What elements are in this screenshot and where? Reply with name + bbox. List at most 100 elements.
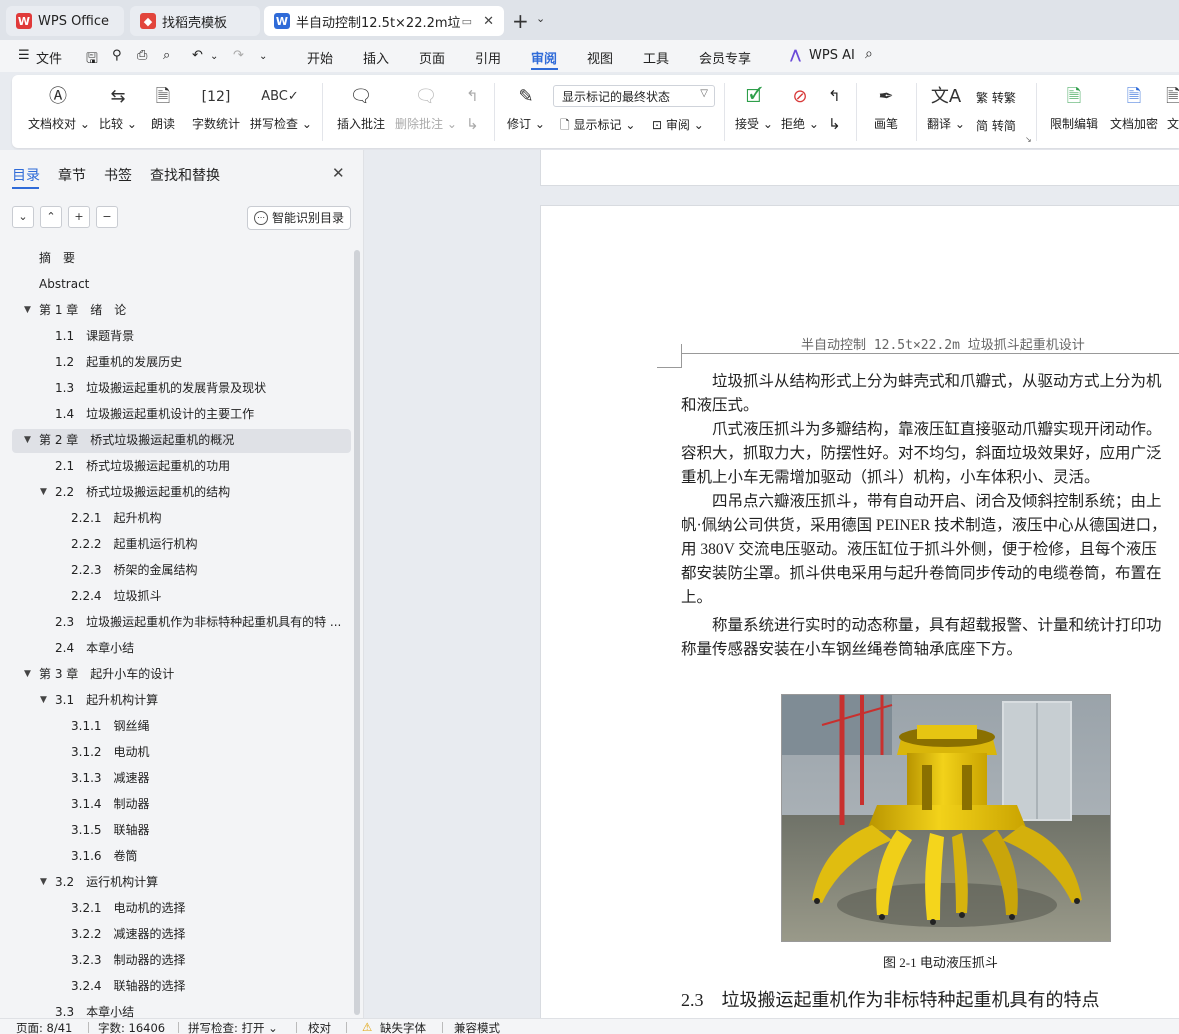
tab-find-replace[interactable]: 查找和替换 [150,165,220,185]
review-pane-button[interactable]: ⊡ 审阅 ⌄ [652,116,704,133]
to-simplified-button[interactable]: 简 转简 [976,117,1016,134]
toc-item[interactable]: ▼ 第 1 章绪 论 [0,299,340,321]
accept-button[interactable]: 🗹 接受 ⌄ [734,83,774,132]
window-mode-icon[interactable]: ▭ [462,15,472,28]
status-page[interactable]: 页面: 8/41 [16,1020,72,1034]
spell-check-button[interactable]: ABC✓ 拼写检查 ⌄ [250,83,312,132]
toc-item[interactable]: ▼ 2.2 桥式垃圾搬运起重机的结构 [0,481,340,503]
expand-toggle-icon[interactable]: ▼ [40,481,47,503]
toc-item[interactable]: 2.3 垃圾搬运起重机作为非标特种起重机具有的特 ... [0,611,341,633]
tab-toc[interactable]: 目录 [12,165,40,185]
toc-item[interactable]: 3.2.1 电动机的选择 [0,897,340,919]
expand-toggle-icon[interactable]: ▼ [24,299,31,321]
insert-comment-button[interactable]: 🗨 插入批注 [334,83,388,132]
menu-reference[interactable]: 引用 [475,48,501,67]
toc-item[interactable]: 3.1.2 电动机 [0,741,340,763]
dialog-launcher-icon[interactable]: ↘ [1025,135,1032,144]
toc-item[interactable]: 2.2.1 起升机构 [0,507,340,529]
tab-bookmarks[interactable]: 书签 [104,165,132,185]
toc-item[interactable]: ▼ 3.2 运行机构计算 [0,871,340,893]
document-canvas[interactable]: 半自动控制 12.5t×22.2m 垃圾抓斗起重机设计 垃圾抓斗从结构形式上分为… [365,150,1179,1018]
toc-item[interactable]: 2.2.2 起重机运行机构 [0,533,340,555]
chevron-down-icon[interactable]: ⌄ [536,12,545,25]
reject-button[interactable]: ⊘ 拒绝 ⌄ [780,83,820,132]
menu-file[interactable]: 文件 [36,48,62,67]
tab-template[interactable]: ◆ 找稻壳模板 [130,6,260,36]
tab-document[interactable]: W 半自动控制12.5t×22.2m垃圾抓斗起重机设计 ▭ ✕ [264,6,504,36]
show-marks-button[interactable]: 🗋 显示标记 ⌄ [560,116,635,137]
print-icon[interactable]: ⎙ [137,48,147,63]
toc-item[interactable]: 3.3 本章小结 [0,1001,340,1018]
undo-icon[interactable]: ↶ [192,48,203,63]
toc-item[interactable]: 3.2.3 制动器的选择 [0,949,340,971]
tab-wps-office[interactable]: W WPS Office [6,6,124,36]
document-page[interactable]: 半自动控制 12.5t×22.2m 垃圾抓斗起重机设计 垃圾抓斗从结构形式上分为… [540,205,1179,1018]
undo-dropdown-icon[interactable]: ⌄ [210,51,218,62]
toc-item[interactable]: 3.1.3 减速器 [0,767,340,789]
menu-page[interactable]: 页面 [419,48,445,67]
toc-scrollbar[interactable] [354,250,360,1015]
save-icon[interactable]: 🖫 [86,48,98,72]
doc-more-button[interactable]: 🗎 文 [1166,83,1179,132]
collapse-down-icon[interactable]: ⌄ [12,206,34,228]
tab-sections[interactable]: 章节 [58,165,86,185]
toc-item[interactable]: 1.2 起重机的发展历史 [0,351,340,373]
menu-insert[interactable]: 插入 [363,48,389,67]
markup-state-dropdown[interactable]: 显示标记的最终状态 ▽ [553,85,715,107]
toc-item[interactable]: 摘 要 [0,247,340,269]
menu-tools[interactable]: 工具 [643,48,669,67]
toc-item[interactable]: 3.2.2 减速器的选择 [0,923,340,945]
print-preview-icon[interactable]: ⌕ [163,48,170,63]
toc-item[interactable]: Abstract [0,273,340,295]
expand-toggle-icon[interactable]: ▼ [24,663,31,685]
toc-item[interactable]: ▼ 3.1 起升机构计算 [0,689,340,711]
doc-encrypt-button[interactable]: 🗎 文档加密 [1106,83,1162,132]
status-proof[interactable]: 校对 [308,1020,331,1034]
expand-toggle-icon[interactable]: ▼ [24,429,31,451]
compare-button[interactable]: ⇆ 比较 ⌄ [96,83,140,132]
collapse-up-icon[interactable]: ⌃ [40,206,62,228]
toc-item[interactable]: ▼ 第 2 章桥式垃圾搬运起重机的概况 [0,429,340,451]
remove-icon[interactable]: − [96,206,118,228]
toc-item[interactable]: 1.3 垃圾搬运起重机的发展背景及现状 [0,377,340,399]
status-word-count[interactable]: 字数: 16406 [98,1020,165,1034]
share-icon[interactable]: ⚲ [112,48,122,63]
menu-view[interactable]: 视图 [587,48,613,67]
expand-toggle-icon[interactable]: ▼ [40,871,47,893]
menu-member[interactable]: 会员专享 [699,48,751,67]
menu-icon[interactable]: ☰ [18,48,30,63]
read-aloud-button[interactable]: 🗎 朗读 [146,83,180,132]
toc-item[interactable]: ▼ 第 3 章起升小车的设计 [0,663,340,685]
toc-item[interactable]: 3.2.4 联轴器的选择 [0,975,340,997]
toc-item[interactable]: 1.1 课题背景 [0,325,340,347]
status-missing-font[interactable]: 缺失字体 [380,1020,426,1034]
toc-item[interactable]: 2.2.3 桥架的金属结构 [0,559,340,581]
status-spell-check[interactable]: 拼写检查: 打开 ⌄ [188,1020,278,1034]
previous-revision-icon[interactable]: ↰ [828,87,841,105]
menu-start[interactable]: 开始 [307,48,333,67]
revise-button[interactable]: ✎ 修订 ⌄ [504,83,548,132]
toc-item[interactable]: 3.1.1 钢丝绳 [0,715,340,737]
toc-item[interactable]: 2.2.4 垃圾抓斗 [0,585,340,607]
search-icon[interactable]: ⌕ [865,46,873,62]
menu-wps-ai[interactable]: WPS AI [809,48,855,63]
toc-item[interactable]: 2.1 桥式垃圾搬运起重机的功用 [0,455,340,477]
toc-item[interactable]: 3.1.4 制动器 [0,793,340,815]
smart-toc-button[interactable]: ⋯ 智能识别目录 [247,206,351,230]
add-icon[interactable]: + [68,206,90,228]
proofread-button[interactable]: Ⓐ 文档校对 ⌄ [28,83,90,132]
toc-item[interactable]: 3.1.6 卷筒 [0,845,340,867]
restrict-edit-button[interactable]: 🗎 限制编辑 [1046,83,1102,132]
to-traditional-button[interactable]: 繁 转繁 [976,89,1016,106]
more-chevron-icon[interactable]: ⌄ [259,51,267,62]
pen-button[interactable]: ✒ 画笔 [868,83,904,132]
close-icon[interactable]: ✕ [332,164,345,182]
next-revision-icon[interactable]: ↳ [828,115,841,133]
translate-button[interactable]: 文A 翻译 ⌄ [926,83,966,132]
expand-toggle-icon[interactable]: ▼ [40,689,47,711]
toc-item[interactable]: 1.4 垃圾搬运起重机设计的主要工作 [0,403,340,425]
toc-item[interactable]: 3.1.5 联轴器 [0,819,340,841]
menu-review[interactable]: 审阅 [531,48,557,67]
new-tab-icon[interactable]: + [512,9,529,33]
word-count-button[interactable]: [12] 字数统计 [188,83,244,132]
